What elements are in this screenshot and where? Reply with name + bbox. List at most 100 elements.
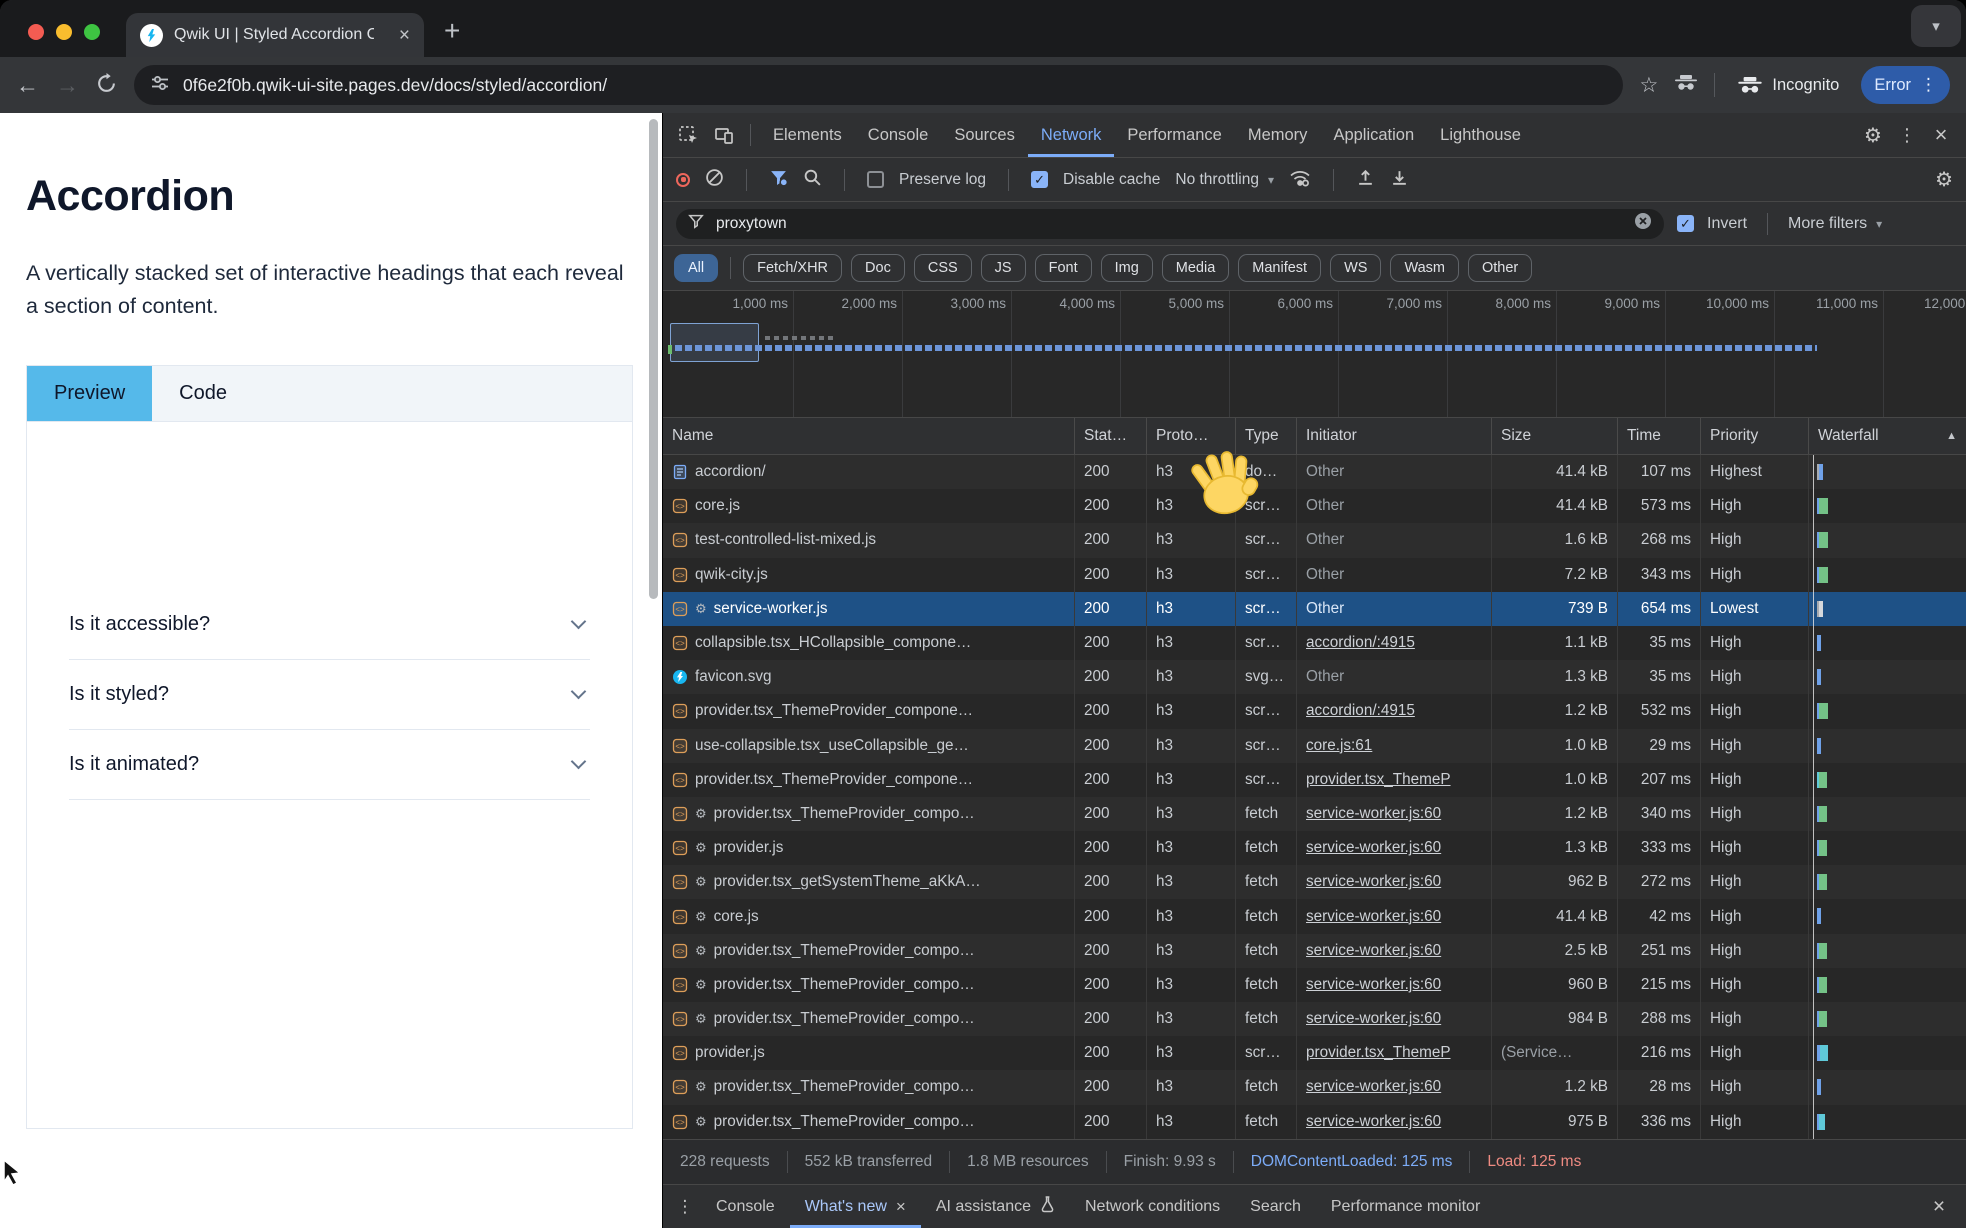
drawer-tab-what-s-new[interactable]: What's new× [790,1185,921,1228]
new-tab-button[interactable]: + [444,15,460,47]
search-icon[interactable] [803,168,822,192]
network-filter-input[interactable] [714,214,1624,234]
network-settings-gear-icon[interactable]: ⚙ [1935,167,1953,192]
initiator-link[interactable]: service-worker.js:60 [1306,805,1441,823]
close-window-icon[interactable] [28,24,44,40]
maximize-window-icon[interactable] [84,24,100,40]
page-tab-preview[interactable]: Preview [27,366,152,421]
devtools-tab-lighthouse[interactable]: Lighthouse [1427,113,1534,157]
more-filters-button[interactable]: More filters ▾ [1788,215,1882,233]
request-row[interactable]: <>provider.tsx_ThemeProvider_compone…200… [663,694,1966,728]
devtools-tab-memory[interactable]: Memory [1235,113,1321,157]
devtools-tab-application[interactable]: Application [1320,113,1427,157]
devtools-tab-network[interactable]: Network [1028,113,1115,157]
request-row[interactable]: <>core.js200h3scr…Other41.4 kB573 msHigh [663,489,1966,523]
clear-filter-icon[interactable] [1634,212,1652,235]
filter-chip-other[interactable]: Other [1468,254,1532,282]
devtools-more-icon[interactable]: ⋮ [1890,118,1924,152]
devtools-tab-performance[interactable]: Performance [1114,113,1234,157]
timeline-selection-window[interactable] [670,323,759,362]
site-info-icon[interactable] [150,73,170,98]
url-bar[interactable]: 0f6e2f0b.qwik-ui-site.pages.dev/docs/sty… [134,65,1623,105]
column-header-priority[interactable]: Priority [1701,418,1809,454]
network-conditions-icon[interactable] [1289,168,1311,192]
filter-chip-img[interactable]: Img [1101,254,1153,282]
tab-search-button[interactable]: ▾ [1911,5,1961,47]
filter-chip-fetch-xhr[interactable]: Fetch/XHR [743,254,842,282]
accordion-trigger-is-it-styled[interactable]: Is it styled? [69,660,590,730]
drawer-menu-icon[interactable]: ⋮ [673,1190,697,1224]
initiator-link[interactable]: service-worker.js:60 [1306,976,1441,994]
devtools-tab-sources[interactable]: Sources [941,113,1028,157]
filter-icon[interactable] [769,168,788,192]
column-header-type[interactable]: Type [1236,418,1297,454]
throttling-select[interactable]: No throttling ▾ [1175,171,1274,189]
request-row[interactable]: <>⚙service-worker.js200h3scr…Other739 B6… [663,592,1966,626]
page-scrollbar[interactable] [649,119,658,599]
initiator-link[interactable]: service-worker.js:60 [1306,873,1441,891]
filter-chip-js[interactable]: JS [981,254,1026,282]
import-har-icon[interactable] [1356,168,1375,192]
request-row[interactable]: <>provider.js200h3scr…provider.tsx_Theme… [663,1036,1966,1070]
accordion-trigger-is-it-accessible[interactable]: Is it accessible? [69,590,590,660]
column-header-time[interactable]: Time [1618,418,1701,454]
back-button[interactable]: ← [16,74,39,97]
export-har-icon[interactable] [1390,168,1409,192]
request-row[interactable]: <>provider.tsx_ThemeProvider_compone…200… [663,763,1966,797]
invert-checkbox[interactable]: ✓ [1677,215,1694,232]
initiator-link[interactable]: provider.tsx_ThemeP [1306,771,1451,789]
request-row[interactable]: <>⚙provider.tsx_ThemeProvider_compo…200h… [663,1070,1966,1104]
filter-chip-manifest[interactable]: Manifest [1238,254,1321,282]
initiator-link[interactable]: provider.tsx_ThemeP [1306,1044,1451,1062]
request-row[interactable]: <>⚙provider.tsx_ThemeProvider_compo…200h… [663,934,1966,968]
drawer-tab-network-conditions[interactable]: Network conditions [1070,1185,1235,1228]
request-row[interactable]: <>⚙provider.tsx_ThemeProvider_compo…200h… [663,1002,1966,1036]
request-row[interactable]: <>⚙provider.tsx_ThemeProvider_compo…200h… [663,797,1966,831]
preserve-log-checkbox[interactable] [867,171,884,188]
request-row[interactable]: <>test-controlled-list-mixed.js200h3scr…… [663,523,1966,557]
request-row[interactable]: <>⚙core.js200h3fetchservice-worker.js:60… [663,899,1966,933]
request-row[interactable]: <>⚙provider.tsx_ThemeProvider_compo…200h… [663,968,1966,1002]
initiator-link[interactable]: service-worker.js:60 [1306,839,1441,857]
devtools-tab-console[interactable]: Console [855,113,942,157]
devtools-tab-elements[interactable]: Elements [760,113,855,157]
bookmark-star-icon[interactable]: ☆ [1640,75,1659,96]
forward-button[interactable]: → [56,74,79,97]
page-tab-code[interactable]: Code [152,366,254,421]
drawer-tab-performance-monitor[interactable]: Performance monitor [1316,1185,1495,1228]
filter-chip-wasm[interactable]: Wasm [1390,254,1459,282]
initiator-link[interactable]: accordion/:4915 [1306,702,1415,720]
drawer-tab-close-icon[interactable]: × [896,1197,906,1217]
tab-close-icon[interactable]: × [399,26,410,45]
filter-chip-doc[interactable]: Doc [851,254,905,282]
column-header-size[interactable]: Size [1492,418,1618,454]
request-row[interactable]: <>⚙provider.tsx_getSystemTheme_aKkA…200h… [663,865,1966,899]
column-header-proto[interactable]: Proto… [1147,418,1236,454]
filter-chip-all[interactable]: All [674,254,718,282]
initiator-link[interactable]: service-worker.js:60 [1306,1113,1441,1131]
column-header-waterfall[interactable]: Waterfall▲ [1809,418,1966,454]
initiator-link[interactable]: service-worker.js:60 [1306,1078,1441,1096]
filter-chip-media[interactable]: Media [1162,254,1230,282]
network-overview-timeline[interactable]: 1,000 ms2,000 ms3,000 ms4,000 ms5,000 ms… [663,291,1966,418]
drawer-tab-search[interactable]: Search [1235,1185,1316,1228]
clear-network-log-icon[interactable] [705,168,724,192]
initiator-link[interactable]: service-worker.js:60 [1306,942,1441,960]
filter-chip-ws[interactable]: WS [1330,254,1381,282]
filter-chip-css[interactable]: CSS [914,254,972,282]
initiator-link[interactable]: service-worker.js:60 [1306,908,1441,926]
filter-chip-font[interactable]: Font [1035,254,1092,282]
drawer-tab-console[interactable]: Console [701,1185,790,1228]
initiator-link[interactable]: core.js:61 [1306,737,1372,755]
devtools-settings-gear-icon[interactable]: ⚙ [1856,118,1890,152]
request-row[interactable]: <>⚙provider.tsx_ThemeProvider_compo…200h… [663,1105,1966,1139]
accordion-trigger-is-it-animated[interactable]: Is it animated? [69,730,590,800]
disable-cache-checkbox[interactable]: ✓ [1031,171,1048,188]
drawer-close-icon[interactable]: × [1922,1190,1956,1224]
request-row[interactable]: favicon.svg200h3svg…Other1.3 kB35 msHigh [663,660,1966,694]
request-row[interactable]: <>collapsible.tsx_HCollapsible_compone…2… [663,626,1966,660]
initiator-link[interactable]: service-worker.js:60 [1306,1010,1441,1028]
request-row[interactable]: <>qwik-city.js200h3scr…Other7.2 kB343 ms… [663,558,1966,592]
minimize-window-icon[interactable] [56,24,72,40]
record-network-log-icon[interactable] [676,173,690,187]
